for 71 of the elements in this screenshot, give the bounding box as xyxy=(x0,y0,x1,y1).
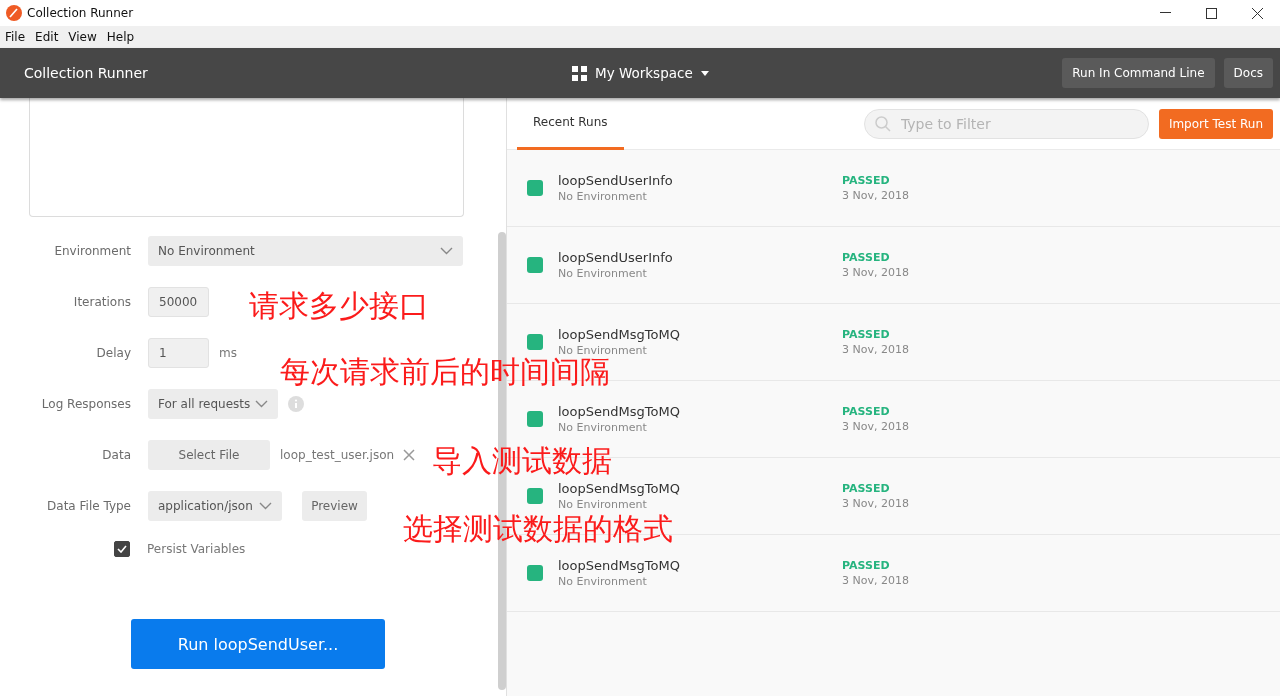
menu-item[interactable]: File xyxy=(4,30,31,44)
menu-item[interactable]: Edit xyxy=(34,30,64,44)
checkbox-label: Persist Variables xyxy=(147,542,246,556)
environment-select[interactable]: No Environment xyxy=(148,236,463,266)
run-name: loopSendUserInfo xyxy=(558,173,674,188)
run-status: PASSED xyxy=(842,251,891,264)
chevron-icon xyxy=(259,502,272,510)
text-area[interactable] xyxy=(29,98,464,217)
run-name: loopSendMsgToMQ xyxy=(558,481,681,496)
grid-icon xyxy=(572,65,587,81)
window-title: Collection Runner xyxy=(27,6,135,20)
run-status: PASSED xyxy=(842,328,891,341)
run-name: loopSendUserInfo xyxy=(558,250,674,265)
run-environment: No Environment xyxy=(558,344,648,357)
run-status: PASSED xyxy=(842,405,891,418)
run-environment: No Environment xyxy=(558,190,648,203)
tab[interactable]: Recent Runs xyxy=(517,97,624,150)
run-name: loopSendMsgToMQ xyxy=(558,558,681,573)
search-icon xyxy=(874,115,891,132)
run-status: PASSED xyxy=(842,482,891,495)
annotation-text: 选择测试数据的格式 xyxy=(403,514,673,544)
field-label: Data File Type xyxy=(46,499,131,513)
data-file-type-select[interactable]: application/json xyxy=(148,491,282,521)
annotation-text: 导入测试数据 xyxy=(432,446,612,476)
run-status: PASSED xyxy=(842,174,891,187)
maximize-icon xyxy=(1205,7,1217,19)
field-label: Delay xyxy=(95,346,131,360)
menu-item[interactable]: View xyxy=(67,30,102,44)
caret-icon xyxy=(700,70,709,76)
run-date: 3 Nov, 2018 xyxy=(842,574,910,587)
run-environment: No Environment xyxy=(558,267,648,280)
field-label: Data xyxy=(101,448,131,462)
run-name: loopSendMsgToMQ xyxy=(558,327,681,342)
select-file-button[interactable]: Select File xyxy=(148,440,270,470)
run-environment: No Environment xyxy=(558,575,648,588)
info-icon xyxy=(288,396,304,412)
run-date: 3 Nov, 2018 xyxy=(842,497,910,510)
checkbox[interactable] xyxy=(114,541,130,557)
page-title: Collection Runner xyxy=(24,65,149,81)
header-button[interactable]: Docs xyxy=(1223,58,1273,88)
run-date: 3 Nov, 2018 xyxy=(842,189,910,202)
field-label: Environment xyxy=(53,244,131,258)
app-logo-icon xyxy=(6,5,22,21)
run-status: PASSED xyxy=(842,559,891,572)
run-name: loopSendMsgToMQ xyxy=(558,404,681,419)
file-name: loop_test_user.json xyxy=(280,448,395,462)
filter-field[interactable]: Type to Filter xyxy=(863,108,1149,139)
annotation-text: 请求多少接口 xyxy=(249,291,429,321)
annotation-text: 每次请求前后的时间间隔 xyxy=(280,357,610,387)
run-environment: No Environment xyxy=(558,421,648,434)
run-date: 3 Nov, 2018 xyxy=(842,420,910,433)
delay-field[interactable]: 1 xyxy=(148,338,209,368)
workspace-switcher[interactable]: My Workspace xyxy=(595,65,693,81)
close-icon xyxy=(1251,7,1263,19)
field-label: Log Responses xyxy=(40,397,131,411)
checkmark-icon xyxy=(117,545,127,553)
iterations-field[interactable]: 50000 xyxy=(148,287,209,317)
header-button[interactable]: Run In Command Line xyxy=(1062,58,1215,88)
run-environment: No Environment xyxy=(558,498,648,511)
unit-label: ms xyxy=(219,346,237,360)
run-date: 3 Nov, 2018 xyxy=(842,343,910,356)
run-date: 3 Nov, 2018 xyxy=(842,266,910,279)
close-icon[interactable] xyxy=(403,449,416,461)
menu-item[interactable]: Help xyxy=(105,30,140,44)
preview-button[interactable]: Preview xyxy=(302,491,367,521)
field-label: Iterations xyxy=(72,295,131,309)
chevron-icon xyxy=(440,247,453,255)
run-button[interactable]: Run loopSendUser... xyxy=(131,619,385,669)
log-responses-select[interactable]: For all requests xyxy=(148,389,278,419)
minimize-icon xyxy=(1159,12,1171,14)
chevron-icon xyxy=(255,400,268,408)
